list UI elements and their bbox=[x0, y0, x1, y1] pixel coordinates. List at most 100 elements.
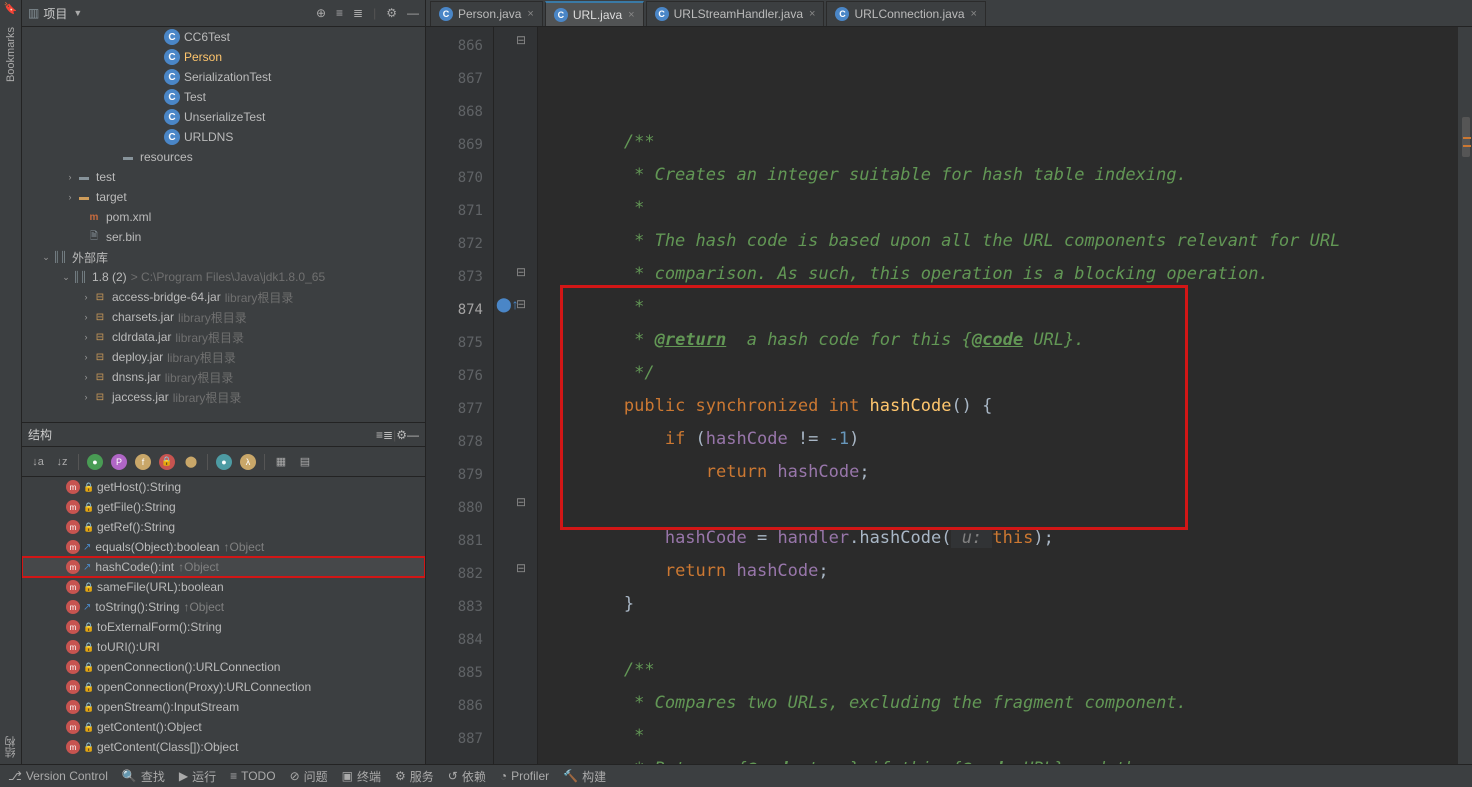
statusbar-item[interactable]: ≡TODO bbox=[230, 769, 275, 783]
statusbar-item[interactable]: 🔍查找 bbox=[122, 768, 165, 785]
tree-item[interactable]: ›⊟cldrdata.jarlibrary根目录 bbox=[22, 327, 425, 347]
tree-item[interactable]: ⌄║║外部库 bbox=[22, 247, 425, 267]
structure-item[interactable]: m🔒openConnection(Proxy): URLConnection bbox=[22, 677, 425, 697]
line-number-gutter[interactable]: 8668678688698708718728738748758768778788… bbox=[426, 27, 494, 764]
code-line[interactable]: * bbox=[542, 720, 1458, 753]
code-area[interactable]: /** * Creates an integer suitable for ha… bbox=[538, 27, 1458, 764]
expand-icon[interactable]: ≡ bbox=[336, 6, 343, 20]
structure-item[interactable]: m🔒sameFile(URL): boolean bbox=[22, 577, 425, 597]
line-number[interactable]: 874 bbox=[426, 293, 493, 326]
tree-item[interactable]: CSerializationTest bbox=[22, 67, 425, 87]
structure-item[interactable]: m↗hashCode(): int↑Object bbox=[22, 557, 425, 577]
sort-az-icon[interactable]: ↓a bbox=[30, 454, 46, 470]
line-number[interactable]: 880 bbox=[426, 491, 493, 524]
tree-item[interactable]: CUnserializeTest bbox=[22, 107, 425, 127]
tree-item[interactable]: ›⊟dnsns.jarlibrary根目录 bbox=[22, 367, 425, 387]
editor-tab[interactable]: CURL.java× bbox=[545, 1, 644, 26]
statusbar-item[interactable]: ⚙服务 bbox=[395, 768, 434, 785]
code-line[interactable]: * Returns {@code true} if this {@code UR… bbox=[542, 753, 1458, 764]
tree-item[interactable]: mpom.xml bbox=[22, 207, 425, 227]
structure-list[interactable]: m🔒getHost(): Stringm🔒getFile(): Stringm🔒… bbox=[22, 477, 425, 764]
code-line[interactable]: return hashCode; bbox=[542, 555, 1458, 588]
structure-item[interactable]: m🔒toExternalForm(): String bbox=[22, 617, 425, 637]
bookmark-icon[interactable]: 🔖 bbox=[0, 2, 21, 15]
tree-item[interactable]: CTest bbox=[22, 87, 425, 107]
editor-tab[interactable]: CURLConnection.java× bbox=[826, 1, 986, 26]
expand-icon[interactable]: ≣ bbox=[383, 428, 393, 442]
vtab-structure[interactable]: 结构 bbox=[1, 730, 21, 764]
tree-item[interactable]: CPerson bbox=[22, 47, 425, 67]
line-number[interactable]: 868 bbox=[426, 95, 493, 128]
code-line[interactable]: /** bbox=[542, 126, 1458, 159]
filter-field-icon[interactable]: f bbox=[135, 454, 151, 470]
line-number[interactable]: 869 bbox=[426, 128, 493, 161]
filter-lambda-icon[interactable]: λ bbox=[240, 454, 256, 470]
close-icon[interactable]: × bbox=[809, 8, 815, 20]
code-line[interactable]: return hashCode; bbox=[542, 456, 1458, 489]
minimize-icon[interactable]: — bbox=[407, 6, 419, 20]
structure-item[interactable]: m🔒toURI(): URI bbox=[22, 637, 425, 657]
chevron-down-icon[interactable]: ▼ bbox=[73, 8, 82, 18]
code-line[interactable]: hashCode = handler.hashCode( u: this); bbox=[542, 522, 1458, 555]
line-number[interactable]: 887 bbox=[426, 722, 493, 755]
marker-icon[interactable] bbox=[1463, 145, 1471, 147]
layout2-icon[interactable]: ▤ bbox=[297, 454, 313, 470]
structure-item[interactable]: m🔒getFile(): String bbox=[22, 497, 425, 517]
filter-green-icon[interactable]: ● bbox=[87, 454, 103, 470]
editor-tab[interactable]: CPerson.java× bbox=[430, 1, 543, 26]
vtab-bookmarks[interactable]: Bookmarks bbox=[3, 21, 19, 88]
code-line[interactable]: * bbox=[542, 192, 1458, 225]
code-line[interactable]: * Compares two URLs, excluding the fragm… bbox=[542, 687, 1458, 720]
line-number[interactable]: 867 bbox=[426, 62, 493, 95]
statusbar-item[interactable]: ▶运行 bbox=[179, 768, 216, 785]
code-line[interactable]: */ bbox=[542, 357, 1458, 390]
line-number[interactable]: 875 bbox=[426, 326, 493, 359]
structure-item[interactable]: m🔒openConnection(): URLConnection bbox=[22, 657, 425, 677]
line-number[interactable]: 882 bbox=[426, 557, 493, 590]
gear-icon[interactable]: ⚙ bbox=[386, 6, 397, 20]
statusbar-item[interactable]: ▣终端 bbox=[342, 768, 381, 785]
gutter-icons[interactable]: ⬤↑ ⊟ ⊟ ⊟ ⊟ ⊟ bbox=[494, 27, 538, 764]
marker-icon[interactable] bbox=[1463, 137, 1471, 139]
code-line[interactable] bbox=[542, 489, 1458, 522]
code-line[interactable]: * The hash code is based upon all the UR… bbox=[542, 225, 1458, 258]
fold-minus-icon[interactable]: ⊟ bbox=[516, 33, 526, 47]
code-line[interactable]: * comparison. As such, this operation is… bbox=[542, 258, 1458, 291]
line-number[interactable]: 876 bbox=[426, 359, 493, 392]
editor-scrollbar[interactable] bbox=[1458, 27, 1472, 764]
close-icon[interactable]: × bbox=[628, 9, 634, 21]
line-number[interactable]: 883 bbox=[426, 590, 493, 623]
fold-minus-icon[interactable]: ⊟ bbox=[516, 561, 526, 575]
line-number[interactable]: 884 bbox=[426, 623, 493, 656]
minimize-icon[interactable]: — bbox=[407, 428, 419, 442]
tree-item[interactable]: ›▬test bbox=[22, 167, 425, 187]
line-number[interactable]: 888 bbox=[426, 755, 493, 764]
code-line[interactable]: * Creates an integer suitable for hash t… bbox=[542, 159, 1458, 192]
tree-item[interactable]: 🗎ser.bin bbox=[22, 227, 425, 247]
fold-plus-icon[interactable]: ⊟ bbox=[516, 265, 526, 279]
tree-item[interactable]: ›⊟charsets.jarlibrary根目录 bbox=[22, 307, 425, 327]
line-number[interactable]: 881 bbox=[426, 524, 493, 557]
tree-item[interactable]: ›⊟jaccess.jarlibrary根目录 bbox=[22, 387, 425, 407]
collapse-icon[interactable]: ≡ bbox=[376, 428, 383, 442]
filter-lock-icon[interactable]: 🔒 bbox=[159, 454, 175, 470]
fold-plus-icon[interactable]: ⊟ bbox=[516, 495, 526, 509]
structure-item[interactable]: m🔒getRef(): String bbox=[22, 517, 425, 537]
statusbar-item[interactable]: ⊘问题 bbox=[290, 768, 328, 785]
tree-item[interactable]: ›▬target bbox=[22, 187, 425, 207]
statusbar-item[interactable]: ↺依赖 bbox=[448, 768, 486, 785]
close-icon[interactable]: × bbox=[971, 8, 977, 20]
line-number[interactable]: 878 bbox=[426, 425, 493, 458]
line-number[interactable]: 871 bbox=[426, 194, 493, 227]
structure-item[interactable]: m↗toString(): String↑Object bbox=[22, 597, 425, 617]
code-line[interactable]: public synchronized int hashCode() { bbox=[542, 390, 1458, 423]
code-line[interactable]: * bbox=[542, 291, 1458, 324]
target-icon[interactable]: ⊕ bbox=[316, 6, 326, 20]
close-icon[interactable]: × bbox=[527, 8, 533, 20]
statusbar-item[interactable]: ◔Profiler bbox=[500, 769, 549, 783]
structure-item[interactable]: m↗equals(Object): boolean↑Object bbox=[22, 537, 425, 557]
tree-item[interactable]: CURLDNS bbox=[22, 127, 425, 147]
line-number[interactable]: 866 bbox=[426, 29, 493, 62]
project-title[interactable]: 项目 bbox=[43, 5, 67, 22]
sort-za-icon[interactable]: ↓z bbox=[54, 454, 70, 470]
